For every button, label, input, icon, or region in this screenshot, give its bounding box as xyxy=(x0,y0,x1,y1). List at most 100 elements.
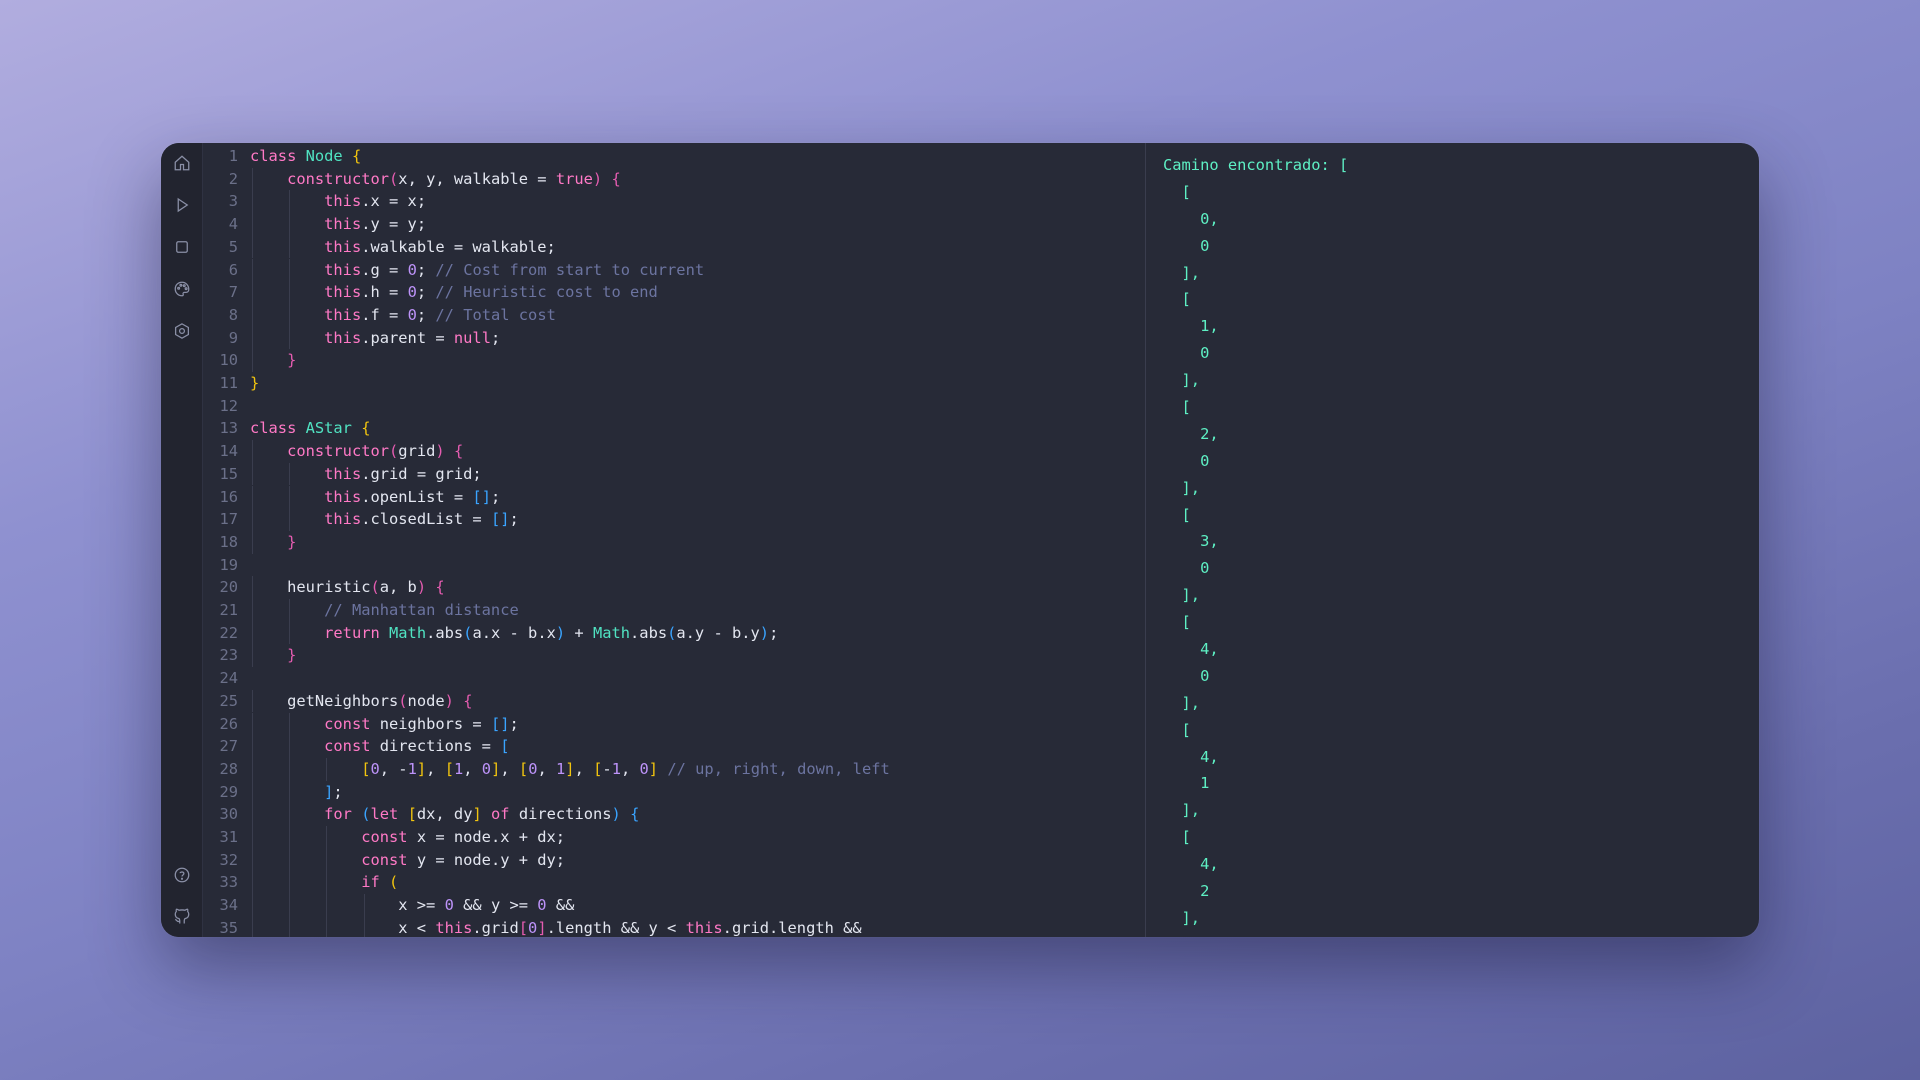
code-line[interactable]: this.grid = grid; xyxy=(250,463,482,486)
code-token: // Cost from start to current xyxy=(435,260,705,279)
code-line[interactable]: return Math.abs(a.x - b.x) + Math.abs(a.… xyxy=(250,622,778,645)
line-number: 1 xyxy=(228,147,238,165)
code-token: [ xyxy=(518,918,529,937)
indent-guide xyxy=(252,235,253,259)
indent-guide xyxy=(252,916,253,937)
code-token: .grid xyxy=(472,918,519,937)
code-token: ( xyxy=(389,442,399,461)
code-line[interactable]: class Node { xyxy=(250,145,361,168)
code-token: Math xyxy=(389,623,427,642)
line-number: 2 xyxy=(228,169,238,188)
code-token: { xyxy=(611,169,621,188)
play-icon[interactable] xyxy=(172,195,192,215)
home-icon[interactable] xyxy=(172,153,192,173)
output-line: 0, xyxy=(1163,209,1219,228)
code-line[interactable]: if ( xyxy=(250,871,398,894)
output-line: 4, xyxy=(1163,640,1219,659)
output-line: [ xyxy=(1163,932,1759,937)
code-line[interactable]: this.f = 0; // Total cost xyxy=(250,304,556,327)
code-line[interactable]: // Manhattan distance xyxy=(250,599,519,622)
palette-icon[interactable] xyxy=(172,279,192,299)
indent-guide xyxy=(252,167,253,191)
output-line: [ xyxy=(1163,398,1191,417)
output-line: Camino encontrado: [ xyxy=(1163,156,1349,174)
code-line[interactable]: ]; xyxy=(250,781,343,804)
indent-guide xyxy=(252,894,253,917)
code-line[interactable]: x < this.grid[0].length && y < this.grid… xyxy=(250,917,861,937)
indent-guide xyxy=(252,349,253,372)
line-number: 4 xyxy=(228,215,238,234)
code-line[interactable]: this.h = 0; // Heuristic cost to end xyxy=(250,281,658,304)
code-line[interactable]: this.g = 0; // Cost from start to curren… xyxy=(250,259,704,282)
panel-divider[interactable] xyxy=(1145,143,1146,937)
code-line[interactable]: } xyxy=(250,644,296,667)
code-token: const xyxy=(324,714,380,733)
code-line[interactable]: const neighbors = []; xyxy=(250,713,519,736)
line-number: 6 xyxy=(228,260,238,279)
code-line[interactable]: this.openList = []; xyxy=(250,486,500,509)
code-line[interactable]: this.closedList = []; xyxy=(250,508,519,531)
code-token: const xyxy=(361,850,417,869)
code-line[interactable]: } xyxy=(250,372,259,395)
code-token: directions = xyxy=(379,737,501,756)
indent-guide xyxy=(289,303,291,327)
code-line[interactable]: const y = node.y + dy; xyxy=(250,849,565,872)
code-editor[interactable]: 1 2 3 4 5 6 7 8 9 10 11 12 13 14 15 16 17 18 19 20 21 22 23 24 2… xyxy=(202,143,1145,937)
github-icon[interactable] xyxy=(172,906,192,926)
code-token: ] xyxy=(472,805,482,824)
indent-guide xyxy=(363,916,365,937)
indent-guide xyxy=(289,848,291,872)
code-line[interactable]: } xyxy=(250,349,296,372)
code-token: this xyxy=(324,215,362,234)
code-token: ] xyxy=(565,759,575,778)
indent-guide xyxy=(289,803,291,826)
line-number: 24 xyxy=(219,669,238,688)
code-token: ; xyxy=(416,260,436,279)
code-line[interactable]: [0, -1], [1, 0], [0, 1], [-1, 0] // up, … xyxy=(250,758,890,781)
code-line[interactable]: for (let [dx, dy] of directions) { xyxy=(250,803,639,826)
indent-guide xyxy=(289,735,291,758)
code-line[interactable]: class AStar { xyxy=(250,417,371,440)
output-line: [ xyxy=(1163,828,1191,847)
code-token: 0 xyxy=(481,759,492,778)
code-token: ( xyxy=(361,805,371,824)
indent-guide xyxy=(289,462,291,486)
line-number: 9 xyxy=(228,328,238,347)
code-token: this xyxy=(324,237,362,256)
indent-guide xyxy=(289,213,291,236)
indent-guide xyxy=(252,826,253,849)
line-number: 11 xyxy=(219,374,238,392)
line-number: 20 xyxy=(219,578,238,597)
output-line: [ xyxy=(1163,720,1191,739)
code-line[interactable]: constructor(grid) { xyxy=(250,440,463,463)
output-line: 0 xyxy=(1163,559,1210,578)
code-line[interactable]: } xyxy=(250,531,296,554)
code-token: class xyxy=(250,147,306,165)
code-line[interactable]: getNeighbors(node) { xyxy=(250,690,472,713)
code-line[interactable]: x >= 0 && y >= 0 && xyxy=(250,894,574,917)
code-line[interactable]: heuristic(a, b) { xyxy=(250,576,445,599)
code-token: .length && y < xyxy=(546,918,686,937)
code-token: } xyxy=(287,646,297,665)
code-line[interactable]: constructor(x, y, walkable = true) { xyxy=(250,168,621,191)
code-line[interactable]: const x = node.x + dx; xyxy=(250,826,565,849)
code-line[interactable]: this.y = y; xyxy=(250,213,426,236)
settings-icon[interactable] xyxy=(172,321,192,341)
stop-icon[interactable] xyxy=(172,237,192,257)
line-number: 18 xyxy=(219,532,238,551)
code-line[interactable]: this.x = x; xyxy=(250,190,426,213)
code-line[interactable]: this.parent = null; xyxy=(250,327,500,350)
code-token: [] xyxy=(472,487,491,506)
indent-guide xyxy=(326,826,328,849)
line-number: 13 xyxy=(219,419,238,438)
help-icon[interactable] xyxy=(172,865,192,885)
code-line[interactable]: this.walkable = walkable; xyxy=(250,236,556,259)
